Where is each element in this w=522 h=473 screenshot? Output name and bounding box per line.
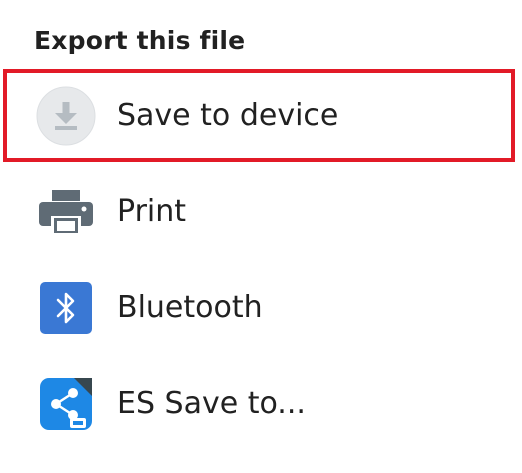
es-share-icon bbox=[36, 374, 96, 434]
es-save-to-label: ES Save to... bbox=[117, 386, 306, 421]
print-option[interactable]: Print bbox=[0, 164, 522, 260]
print-label: Print bbox=[117, 194, 187, 229]
export-sheet: Export this file Save to device Print Bl… bbox=[0, 0, 522, 473]
highlight-box bbox=[3, 69, 515, 162]
bluetooth-label: Bluetooth bbox=[117, 290, 263, 325]
bluetooth-option[interactable]: Bluetooth bbox=[0, 260, 522, 356]
bluetooth-icon bbox=[36, 278, 96, 338]
sheet-title: Export this file bbox=[34, 26, 246, 55]
es-save-to-option[interactable]: ES Save to... bbox=[0, 356, 522, 452]
printer-icon bbox=[36, 182, 96, 242]
